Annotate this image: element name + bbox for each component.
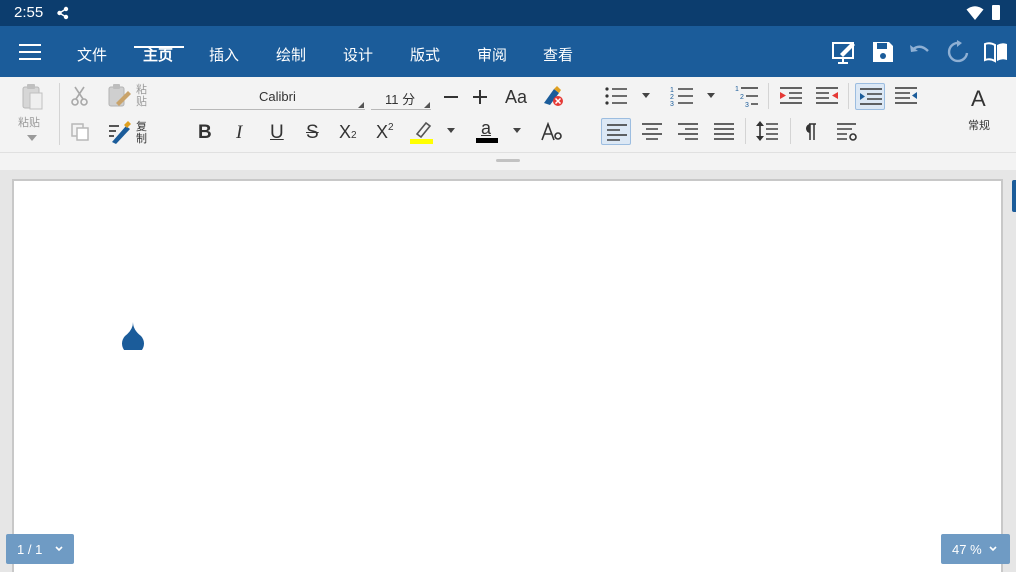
copy-icon[interactable] [70,122,90,142]
font-color-dropdown-icon[interactable] [512,128,522,135]
page-indicator: 1 / 1 [17,542,43,557]
status-bar: 2:55 [0,0,1016,26]
align-left-icon [607,124,627,141]
save-icon[interactable] [870,39,896,65]
tab-insert[interactable]: 插入 [209,44,239,65]
vertical-scrollbar[interactable] [1012,180,1016,212]
justify-icon[interactable] [714,123,734,140]
undo-icon[interactable] [907,39,933,65]
bold-button[interactable]: B [198,122,212,144]
paste-dropdown-icon[interactable] [27,135,37,142]
svg-text:2: 2 [670,94,674,101]
wifi-icon [966,6,984,20]
chevron-down-icon [55,546,63,552]
font-name-value: Calibri [259,89,296,104]
superscript-button[interactable]: X2 [376,122,394,143]
bullets-dropdown-icon[interactable] [641,93,651,100]
align-left-button[interactable] [601,118,631,145]
italic-button[interactable]: I [236,122,242,144]
font-color-letter: a [481,118,492,138]
share-icon [57,6,69,20]
present-icon[interactable] [831,39,857,65]
copy-format-label[interactable]: 复制 [136,121,148,145]
font-settings-icon[interactable] [541,122,563,142]
align-center-icon[interactable] [642,123,662,140]
line-spacing-icon[interactable] [755,120,779,142]
font-color-button[interactable]: a [476,118,498,144]
format-painter-icon[interactable] [106,120,132,144]
read-mode-icon[interactable] [983,39,1009,65]
decrease-indent-icon[interactable] [815,86,839,106]
tab-design[interactable]: 设计 [343,44,373,65]
page-indicator-button[interactable]: 1 / 1 [6,534,74,564]
ltr-paragraph-button[interactable] [855,83,885,110]
paragraph-settings-icon[interactable] [836,122,858,142]
numbering-icon[interactable]: 1 2 3 [670,85,694,107]
tab-review[interactable]: 审阅 [477,44,507,65]
tab-file[interactable]: 文件 [77,44,107,65]
ribbon-collapse-handle[interactable] [496,159,520,162]
font-size-value: 11 分 [385,92,416,107]
highlight-icon[interactable] [409,120,435,144]
strikethrough-button[interactable]: S [306,122,319,144]
zoom-indicator-button[interactable]: 47 % [941,534,1010,564]
style-label[interactable]: 常规 [968,120,990,132]
font-size-dropdown-icon [424,102,430,108]
paste-label[interactable]: 粘贴 [18,117,40,129]
text-cursor-handle-icon[interactable] [121,322,145,350]
svg-text:1: 1 [670,87,674,94]
subscript-button[interactable]: X2 [339,122,357,143]
redo-icon[interactable] [946,39,972,65]
increase-font-icon[interactable] [472,89,488,105]
tab-draw[interactable]: 绘制 [276,44,306,65]
style-icon[interactable]: A [971,86,986,112]
font-name-dropdown[interactable]: Calibri [190,86,365,110]
rtl-paragraph-icon[interactable] [894,86,918,106]
status-time: 2:55 [14,4,44,21]
underline-button[interactable]: U [270,122,284,144]
zoom-indicator: 47 % [952,542,982,557]
numbering-dropdown-icon[interactable] [706,93,716,100]
svg-text:3: 3 [745,102,749,108]
document-page[interactable] [12,179,1003,572]
tab-bar: 文件 主页 插入 绘制 设计 版式 审阅 查看 [0,26,1016,77]
decrease-font-icon[interactable] [443,89,459,105]
multilevel-list-icon[interactable]: 1 2 3 [735,84,759,108]
active-tab-indicator [134,46,184,48]
svg-text:1: 1 [735,86,739,93]
chevron-down-icon [989,546,997,552]
align-right-icon[interactable] [678,123,698,140]
paste-icon[interactable] [20,83,44,111]
font-size-dropdown[interactable]: 11 分 [371,86,431,110]
font-name-dropdown-icon [358,102,364,108]
svg-text:2: 2 [740,94,744,101]
increase-indent-icon[interactable] [779,86,803,106]
paste-special-icon[interactable] [106,83,132,109]
svg-text:3: 3 [670,101,674,107]
ltr-paragraph-icon [860,88,882,105]
tab-view[interactable]: 查看 [543,44,573,65]
bullets-icon[interactable] [604,86,628,106]
change-case-button[interactable]: Aa [505,87,527,108]
battery-icon [992,5,1000,20]
cut-icon[interactable] [70,85,90,107]
menu-icon[interactable] [19,44,41,60]
clear-format-icon[interactable] [541,85,565,107]
font-color-swatch [476,138,498,143]
highlight-dropdown-icon[interactable] [446,128,456,135]
paste-special-label[interactable]: 粘贴 [136,84,148,108]
tab-layout[interactable]: 版式 [410,44,440,65]
show-marks-icon[interactable] [803,123,817,141]
